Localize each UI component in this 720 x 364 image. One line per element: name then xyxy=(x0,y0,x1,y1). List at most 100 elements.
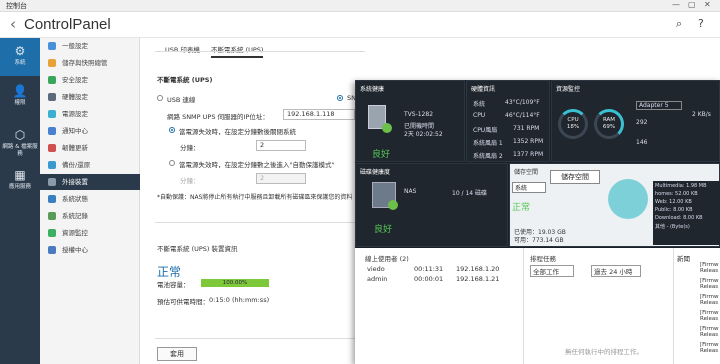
maximize-button[interactable]: ▢ xyxy=(688,0,696,9)
shutdown-radio[interactable] xyxy=(169,127,175,133)
subnav-item[interactable]: 系統記錄 xyxy=(40,208,140,224)
help-icon[interactable]: ? xyxy=(698,17,704,30)
legend-item: Download: 8.00 KB xyxy=(655,215,703,221)
system-health-panel[interactable]: 系統健康 TVS-1282 已開機時間 2天 02:02:52 良好 xyxy=(355,80,465,162)
network-icon: ⬡ xyxy=(14,128,26,142)
subnav-label: 通知中心 xyxy=(62,127,88,135)
hw-key: 系統 xyxy=(473,101,486,108)
shutdown-minutes-input[interactable]: 2 xyxy=(256,140,306,151)
adapter-select[interactable]: Adapter 5 xyxy=(636,101,682,110)
firmware-icon xyxy=(48,144,56,152)
ram-value: 69% xyxy=(602,124,616,130)
legend-item: homes: 52.00 KB xyxy=(655,191,698,197)
hw-key: 系統風扇 1 xyxy=(473,140,503,147)
notification-icon xyxy=(48,127,56,135)
subnav-item[interactable]: 備份/還原 xyxy=(40,157,140,173)
close-button[interactable]: ✕ xyxy=(704,0,711,9)
news-item[interactable]: [Firmw Releas xyxy=(700,262,720,274)
hw-key: CPU風扇 xyxy=(473,127,498,134)
snmp-ip-input[interactable]: 192.168.1.118 xyxy=(283,109,355,120)
legend-item: Web: 12.00 KB xyxy=(655,199,692,205)
divider xyxy=(155,338,355,339)
legend-item: Multimedia: 1.98 MB xyxy=(655,183,707,189)
subnav-item[interactable]: 韌體更新 xyxy=(40,140,140,156)
task-filter-select[interactable]: 全部工作 xyxy=(530,265,574,277)
window-title: 控制台 xyxy=(6,2,27,10)
storage-select[interactable]: 系統 xyxy=(512,182,547,193)
cpu-gauge: CPU 18% xyxy=(558,109,588,139)
external-device-icon xyxy=(48,178,56,186)
column-divider xyxy=(523,248,524,364)
subnav-label: 硬體設定 xyxy=(62,93,88,101)
apply-button[interactable]: 套用 xyxy=(157,347,197,361)
subnav-label: 安全設定 xyxy=(62,76,88,84)
subnav-item[interactable]: 儲存與快照總管 xyxy=(40,55,140,71)
tasks-title: 排程任務 xyxy=(530,255,556,263)
task-time-select[interactable]: 過去 24 小時 xyxy=(591,265,642,277)
subnav-item[interactable]: 安全設定 xyxy=(40,72,140,88)
user-time: 00:11:31 xyxy=(414,265,444,273)
news-item[interactable]: [Firmw Releas xyxy=(700,326,720,338)
storage-icon xyxy=(48,59,56,67)
back-icon[interactable]: ‹ xyxy=(10,15,16,33)
sidebar-item-label: 系統 xyxy=(14,60,26,66)
main-sidebar: ⚙ 系統 👤 權限 ⬡ 網路 & 檔案服務 ▦ 應用服務 xyxy=(0,38,40,364)
cpu-value: 18% xyxy=(566,124,580,130)
legend-item: Public: 8.00 KB xyxy=(655,207,693,213)
user-time: 00:00:01 xyxy=(414,275,444,283)
subnav-item[interactable]: 系統狀態 xyxy=(40,191,140,207)
subnav-item[interactable]: 授權中心 xyxy=(40,242,140,258)
subnav-item[interactable]: 資源監控 xyxy=(40,225,140,241)
snmp-radio[interactable] xyxy=(337,95,343,101)
news-item[interactable]: [Firmw Releas xyxy=(700,294,720,306)
hw-value: 43°C/109°F xyxy=(505,99,540,106)
monitor-icon xyxy=(48,229,56,237)
ram-gauge: RAM 69% xyxy=(594,109,624,139)
tab-usb-printer[interactable]: USB 印表機 xyxy=(165,44,200,56)
disk-health-status: 良好 xyxy=(374,225,393,235)
minutes-label: 分鐘： xyxy=(180,144,200,152)
usb-radio[interactable] xyxy=(157,95,163,101)
sidebar-item-network[interactable]: ⬡ 網路 & 檔案服務 xyxy=(0,122,40,160)
hardware-info-panel[interactable]: 硬體資訊 系統 43°C/109°F CPU 46°C/114°F CPU風扇 731… xyxy=(466,80,550,162)
legend-item: 其他 - (Byte(s) xyxy=(655,224,690,230)
resource-monitor-panel[interactable]: 資源監控 CPU 18% RAM 69% Adapter 5 292 146 2 K… xyxy=(551,80,720,162)
storage-pie-free xyxy=(608,179,648,219)
security-icon xyxy=(48,76,56,84)
gear-icon: ⚙ xyxy=(14,44,26,58)
news-item[interactable]: [Firmw Releas xyxy=(700,278,720,290)
panel-title: 資源監控 xyxy=(556,86,581,93)
minimize-button[interactable]: — xyxy=(672,0,680,9)
no-task-message: 無任何執行中的排程工作。 xyxy=(565,348,643,356)
sidebar-item-apps[interactable]: ▦ 應用服務 xyxy=(0,162,40,200)
ups-status: 正常 xyxy=(157,265,182,279)
subnav-item[interactable]: 通知中心 xyxy=(40,123,140,139)
subnav-label: 一般設定 xyxy=(62,42,88,50)
subnav-item[interactable]: 一般設定 xyxy=(40,38,140,54)
subnav-item[interactable]: 電源設定 xyxy=(40,106,140,122)
news-item[interactable]: [Firmw Releas xyxy=(700,342,720,354)
subnav-label: 電源設定 xyxy=(62,110,88,118)
panel-title: 儲存空間 xyxy=(514,169,539,176)
sidebar-item-system[interactable]: ⚙ 系統 xyxy=(0,38,40,76)
snmp-ip-label: 網路 SNMP UPS 伺服器的IP位址： xyxy=(167,113,269,121)
hw-value: 1352 RPM xyxy=(513,138,544,145)
minutes-label: 分鐘： xyxy=(180,177,200,185)
subnav-item-external-device[interactable]: 外接裝置 xyxy=(40,174,140,190)
log-icon xyxy=(48,212,56,220)
app-header: ‹ ControlPanel ⌕ ? xyxy=(0,12,720,38)
battery-bar: 100.00% xyxy=(201,279,269,287)
free-label: 可用：773.14 GB xyxy=(514,237,564,244)
disk-health-panel[interactable]: 磁碟健康度 NAS 10 / 14 磁碟 良好 xyxy=(355,163,508,247)
autoprotect-radio[interactable] xyxy=(169,160,175,166)
subnav-item[interactable]: 硬體設定 xyxy=(40,89,140,105)
ram-gauge-text: RAM 69% xyxy=(597,117,621,131)
ram-label: RAM xyxy=(602,117,616,123)
window-titlebar: 控制台 — ▢ ✕ xyxy=(0,0,720,12)
storage-pie xyxy=(608,179,648,219)
autoprotect-minutes-input[interactable]: 2 xyxy=(256,173,306,184)
user-name: viedo xyxy=(367,265,385,273)
search-icon[interactable]: ⌕ xyxy=(676,17,682,31)
news-item[interactable]: [Firmw Releas xyxy=(700,310,720,322)
sidebar-item-privilege[interactable]: 👤 權限 xyxy=(0,78,40,116)
